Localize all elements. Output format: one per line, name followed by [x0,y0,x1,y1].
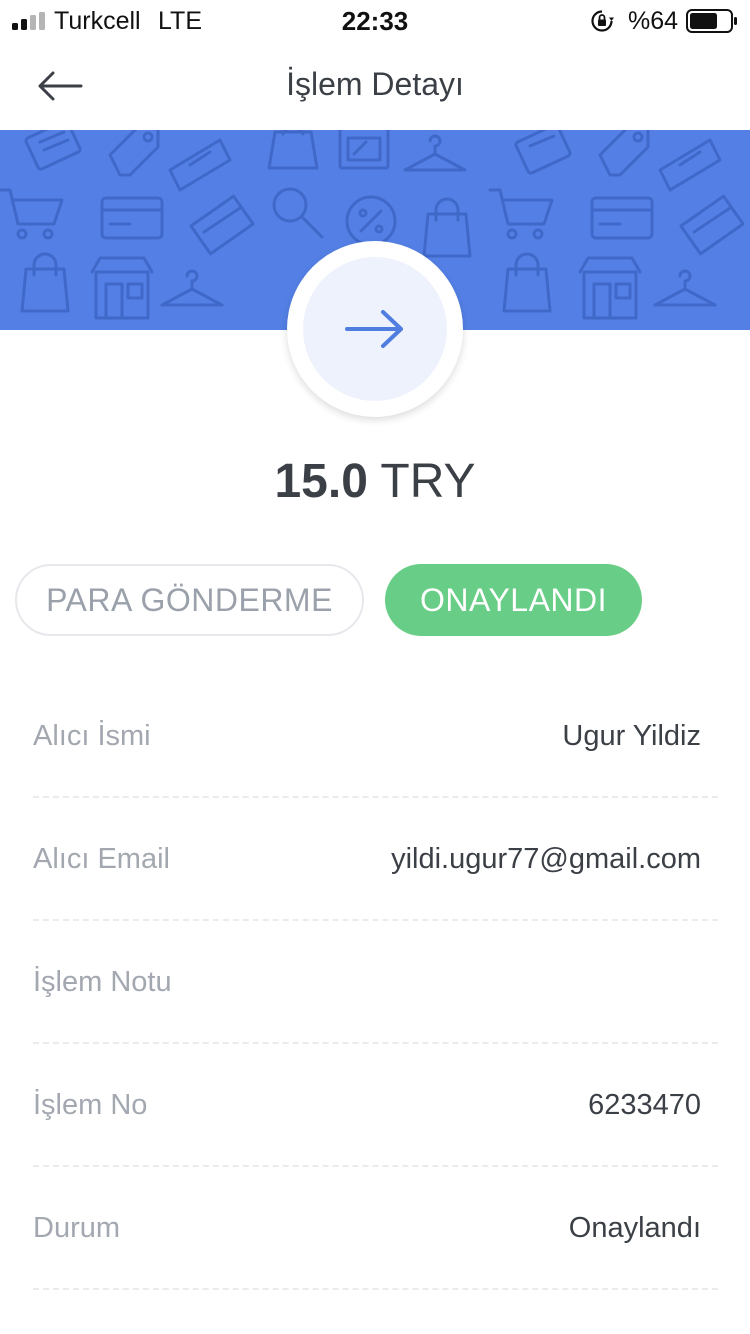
status-badge: ONAYLANDI [385,564,642,636]
detail-label: Alıcı Email [33,843,170,875]
page-title: İşlem Detayı [286,66,464,102]
detail-row-status: Durum Onaylandı [33,1167,718,1290]
detail-value: yildi.ugur77@gmail.com [391,843,701,875]
transaction-type-badge: PARA GÖNDERME [15,564,364,636]
detail-value: Ugur Yildiz [562,720,701,752]
detail-row-recipient-email: Alıcı Email yildi.ugur77@gmail.com [33,798,718,921]
detail-row-recipient-name: Alıcı İsmi Ugur Yildiz [33,675,718,798]
nav-bar: İşlem Detayı [0,40,750,130]
battery-percent: %64 [628,7,679,35]
detail-label: Durum [33,1212,121,1244]
transaction-amount: 15.0 TRY [0,454,750,509]
status-bar: Turkcell LTE 22:33 %64 [0,0,750,40]
detail-row-transaction-note: İşlem Notu [33,921,718,1044]
transaction-icon-circle [303,257,447,401]
amount-currency: TRY [380,455,476,508]
transaction-details-list: Alıcı İsmi Ugur Yildiz Alıcı Email yildi… [33,675,718,1290]
detail-label: Alıcı İsmi [33,720,151,752]
detail-row-transaction-number: İşlem No 6233470 [33,1044,718,1167]
detail-value: 6233470 [588,1089,701,1121]
battery-icon [686,9,737,33]
rotation-lock-icon [591,10,614,32]
detail-value: Onaylandı [568,1212,701,1244]
detail-label: İşlem Notu [33,966,172,998]
transaction-icon-badge [287,241,463,417]
arrow-right-icon [345,310,403,348]
amount-value: 15.0 [274,455,368,508]
detail-label: İşlem No [33,1089,148,1121]
